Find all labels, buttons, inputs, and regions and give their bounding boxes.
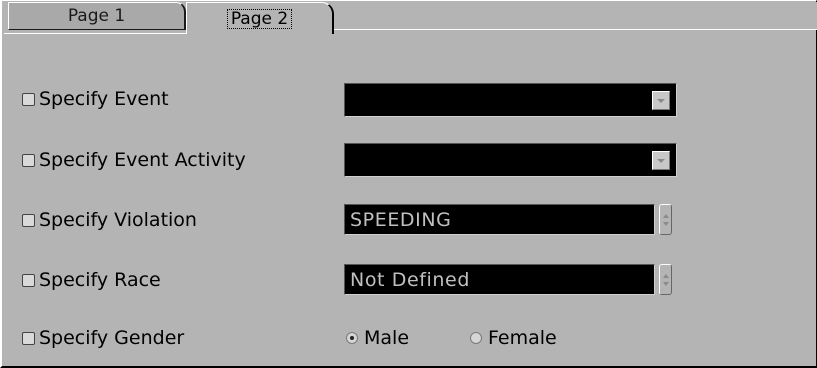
up-down-arrows-icon <box>663 214 669 226</box>
specify-race-checkbox[interactable] <box>22 274 35 287</box>
up-down-arrows-icon <box>663 274 669 286</box>
tab-page-1[interactable]: Page 1 <box>8 2 186 30</box>
event-activity-dropdown[interactable] <box>344 143 677 177</box>
gender-female-label: Female <box>488 327 557 349</box>
specify-event-activity-checkbox[interactable] <box>22 154 35 167</box>
tab-strip: Page 1 Page 2 <box>4 2 817 34</box>
specify-event-checkbox[interactable] <box>22 93 35 106</box>
chevron-down-icon <box>657 158 665 163</box>
specify-gender-checkbox[interactable] <box>22 332 35 345</box>
row-specify-violation: Specify Violation SPEEDING <box>22 204 812 240</box>
tab-page-1-label: Page 1 <box>67 6 126 26</box>
gender-male-label: Male <box>364 327 410 349</box>
radio-unselected-icon <box>470 332 482 344</box>
event-dropdown[interactable] <box>344 83 677 117</box>
race-spinner-field[interactable]: Not Defined <box>344 264 655 295</box>
radio-selected-icon <box>346 332 358 344</box>
race-spin-buttons[interactable] <box>659 264 672 295</box>
tab-page-2-label: Page 2 <box>226 8 293 29</box>
gender-male-radio[interactable]: Male <box>346 327 409 349</box>
row-specify-event-activity: Specify Event Activity <box>22 143 812 180</box>
gender-female-radio[interactable]: Female <box>470 327 557 349</box>
row-specify-race: Specify Race Not Defined <box>22 264 812 300</box>
row-specify-gender: Specify Gender Male Female <box>22 322 812 358</box>
violation-spin-buttons[interactable] <box>659 204 672 235</box>
specify-event-activity-label: Specify Event Activity <box>39 149 246 171</box>
specify-violation-checkbox[interactable] <box>22 214 35 227</box>
specify-race-label: Specify Race <box>39 269 161 291</box>
violation-value: SPEEDING <box>350 209 452 231</box>
specify-event-label: Specify Event <box>39 88 169 110</box>
specify-violation-label: Specify Violation <box>39 209 197 231</box>
tab-strip-filler <box>334 2 817 30</box>
tab-divider <box>4 33 186 34</box>
row-specify-event: Specify Event <box>22 83 812 119</box>
event-activity-dropdown-arrow[interactable] <box>652 151 670 170</box>
violation-spinner-field[interactable]: SPEEDING <box>344 204 655 235</box>
tab-page-2[interactable]: Page 2 <box>186 2 334 34</box>
race-value: Not Defined <box>350 269 471 291</box>
options-panel: Page 1 Page 2 Specify Event Specify Even… <box>0 0 817 368</box>
specify-gender-label: Specify Gender <box>39 327 185 349</box>
event-dropdown-arrow[interactable] <box>652 91 670 110</box>
chevron-down-icon <box>657 98 665 103</box>
